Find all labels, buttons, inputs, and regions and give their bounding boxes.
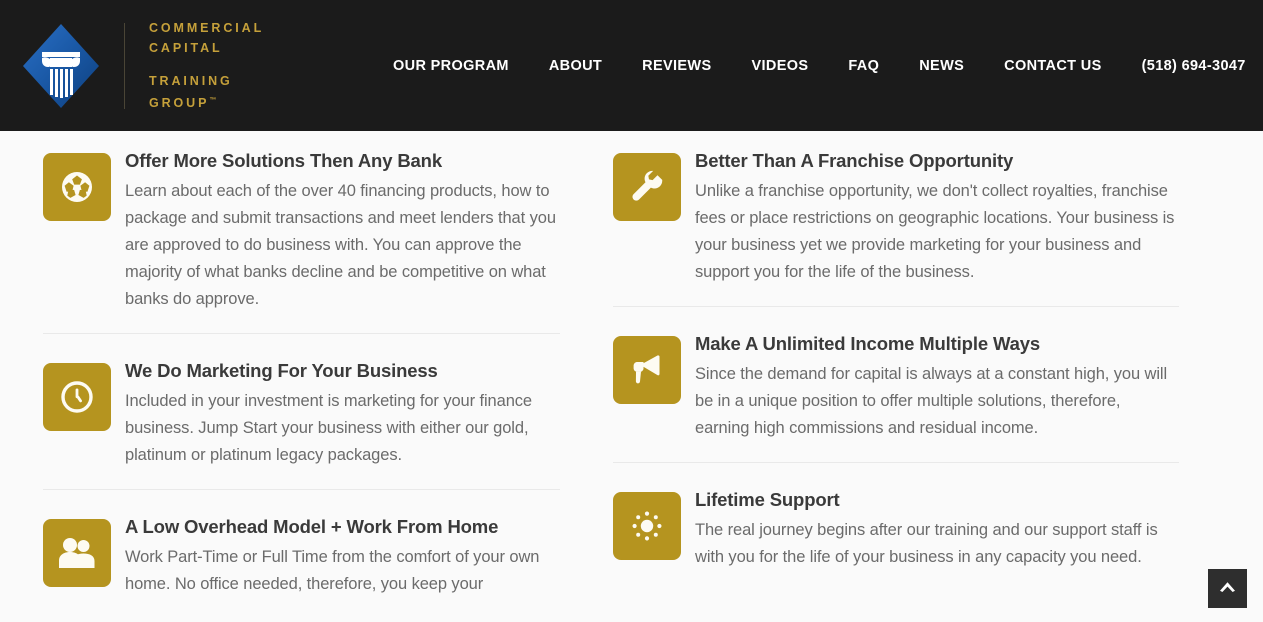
- feature-description: Unlike a franchise opportunity, we don't…: [695, 182, 1175, 281]
- feature-description: Work Part-Time or Full Time from the com…: [125, 548, 540, 593]
- wrench-icon: [613, 153, 681, 221]
- feature-title: Make A Unlimited Income Multiple Ways: [695, 333, 1040, 354]
- logo-wordmark: COMMERCIAL CAPITAL TRAINING GROUP™: [124, 21, 277, 110]
- scroll-to-top-button[interactable]: [1208, 569, 1247, 608]
- feature-card: Make A Unlimited Income Multiple Ways Si…: [613, 306, 1179, 442]
- feature-title: We Do Marketing For Your Business: [125, 360, 438, 381]
- ionic-column-diamond-logo-icon: [20, 20, 102, 112]
- logo-trademark: ™: [209, 96, 217, 104]
- feature-description: Learn about each of the over 40 financin…: [125, 182, 556, 308]
- logo-line-training: TRAINING: [149, 73, 233, 88]
- users-icon: [43, 519, 111, 587]
- feature-title: A Low Overhead Model + Work From Home: [125, 516, 499, 537]
- megaphone-icon: [613, 336, 681, 404]
- nav-reviews[interactable]: REVIEWS: [642, 52, 711, 80]
- feature-content: Better Than A Franchise Opportunity Unli…: [695, 148, 1182, 286]
- feature-card: Better Than A Franchise Opportunity Unli…: [613, 148, 1191, 286]
- feature-title: Offer More Solutions Then Any Bank: [125, 150, 442, 171]
- page: COMMERCIAL CAPITAL TRAINING GROUP™ OUR P…: [0, 0, 1263, 622]
- feature-description: The real journey begins after our traini…: [695, 521, 1158, 566]
- feature-description: Since the demand for capital is always a…: [695, 365, 1168, 437]
- nav-contact-us[interactable]: CONTACT US: [1004, 52, 1101, 80]
- feature-content: A Low Overhead Model + Work From Home Wo…: [125, 514, 560, 598]
- nav-phone[interactable]: (518) 694-3047: [1142, 52, 1246, 80]
- nav-our-program[interactable]: OUR PROGRAM: [393, 52, 509, 80]
- feature-content: Offer More Solutions Then Any Bank Learn…: [125, 148, 561, 313]
- nav-about[interactable]: ABOUT: [549, 52, 602, 80]
- features-column-left: Offer More Solutions Then Any Bank Learn…: [43, 148, 613, 598]
- nav-videos[interactable]: VIDEOS: [751, 52, 808, 80]
- logo-line-commercial: COMMERCIAL: [149, 20, 265, 35]
- logo-line-capital: CAPITAL: [149, 40, 223, 55]
- feature-content: We Do Marketing For Your Business Includ…: [125, 358, 560, 469]
- clock-icon: [43, 363, 111, 431]
- soccer-ball-icon: [43, 153, 111, 221]
- feature-title: Lifetime Support: [695, 489, 840, 510]
- main-navigation: OUR PROGRAM ABOUT REVIEWS VIDEOS FAQ NEW…: [393, 52, 1246, 80]
- feature-title: Better Than A Franchise Opportunity: [695, 150, 1014, 171]
- sun-icon: [613, 492, 681, 560]
- feature-card: Offer More Solutions Then Any Bank Learn…: [43, 148, 613, 313]
- chevron-up-icon: [1219, 581, 1236, 596]
- feature-description: Included in your investment is marketing…: [125, 392, 533, 464]
- features-grid: Offer More Solutions Then Any Bank Learn…: [0, 131, 1263, 598]
- feature-card: A Low Overhead Model + Work From Home Wo…: [43, 489, 560, 598]
- features-column-right: Better Than A Franchise Opportunity Unli…: [613, 148, 1191, 598]
- feature-card: Lifetime Support The real journey begins…: [613, 462, 1179, 571]
- logo-group-text: GROUP: [149, 96, 210, 111]
- site-logo[interactable]: COMMERCIAL CAPITAL TRAINING GROUP™: [20, 0, 277, 131]
- site-header: COMMERCIAL CAPITAL TRAINING GROUP™ OUR P…: [0, 0, 1263, 131]
- feature-content: Lifetime Support The real journey begins…: [695, 487, 1179, 571]
- nav-faq[interactable]: FAQ: [848, 52, 879, 80]
- nav-news[interactable]: NEWS: [919, 52, 964, 80]
- feature-card: We Do Marketing For Your Business Includ…: [43, 333, 560, 469]
- feature-content: Make A Unlimited Income Multiple Ways Si…: [695, 331, 1179, 442]
- logo-line-group: GROUP™: [149, 91, 277, 113]
